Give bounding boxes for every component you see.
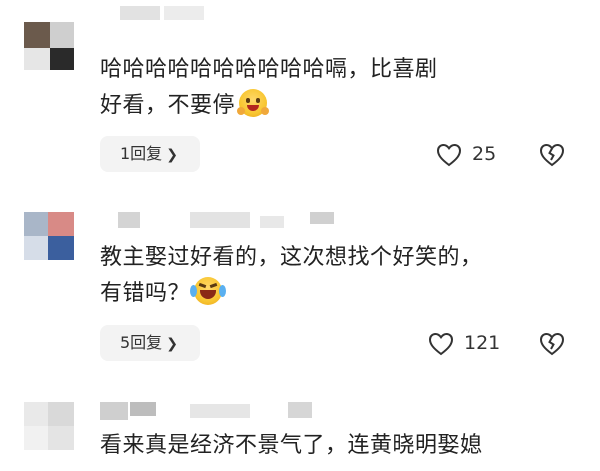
- like-button[interactable]: 121: [428, 330, 508, 360]
- heart-icon: [436, 143, 462, 167]
- like-count: 25: [472, 143, 497, 165]
- broken-heart-icon: [539, 332, 565, 356]
- reply-count-button[interactable]: 1回复 ❯: [100, 136, 200, 172]
- username-blurred[interactable]: [100, 402, 360, 422]
- comment-text-line: 教主娶过好看的，这次想找个好笑的，: [100, 245, 483, 270]
- chevron-right-icon: ❯: [166, 147, 178, 163]
- broken-heart-icon: [539, 143, 565, 167]
- avatar[interactable]: [24, 402, 74, 450]
- avatar[interactable]: [24, 212, 74, 260]
- grinning-face-hands-emoji: [237, 89, 270, 117]
- comment-text-line: 看来真是经济不景气了，连黄晓明娶媳: [100, 433, 483, 458]
- dislike-button[interactable]: [538, 332, 566, 358]
- dislike-button[interactable]: [538, 143, 566, 169]
- comment-text-line: 哈哈哈哈哈哈哈哈哈哈嗝，比喜剧: [100, 57, 438, 82]
- comment-text: 教主娶过好看的，这次想找个好笑的， 有错吗？: [100, 240, 580, 312]
- comment-text: 哈哈哈哈哈哈哈哈哈哈嗝，比喜剧 好看，不要停: [100, 52, 580, 124]
- reply-count-button[interactable]: 5回复 ❯: [100, 325, 200, 361]
- chevron-right-icon: ❯: [166, 336, 178, 352]
- avatar[interactable]: [24, 22, 74, 70]
- comment-text-line: 好看，不要停: [100, 88, 580, 124]
- like-button[interactable]: 25: [436, 141, 506, 171]
- reply-count-label: 5回复: [120, 333, 163, 352]
- comment-text-line: 有错吗？: [100, 276, 580, 312]
- heart-icon: [428, 332, 454, 356]
- reply-count-label: 1回复: [120, 144, 163, 163]
- comment-text: 看来真是经济不景气了，连黄晓明娶媳: [100, 428, 580, 464]
- like-count: 121: [464, 332, 501, 354]
- laughing-crying-emoji: [190, 277, 227, 305]
- username-blurred[interactable]: [100, 212, 360, 232]
